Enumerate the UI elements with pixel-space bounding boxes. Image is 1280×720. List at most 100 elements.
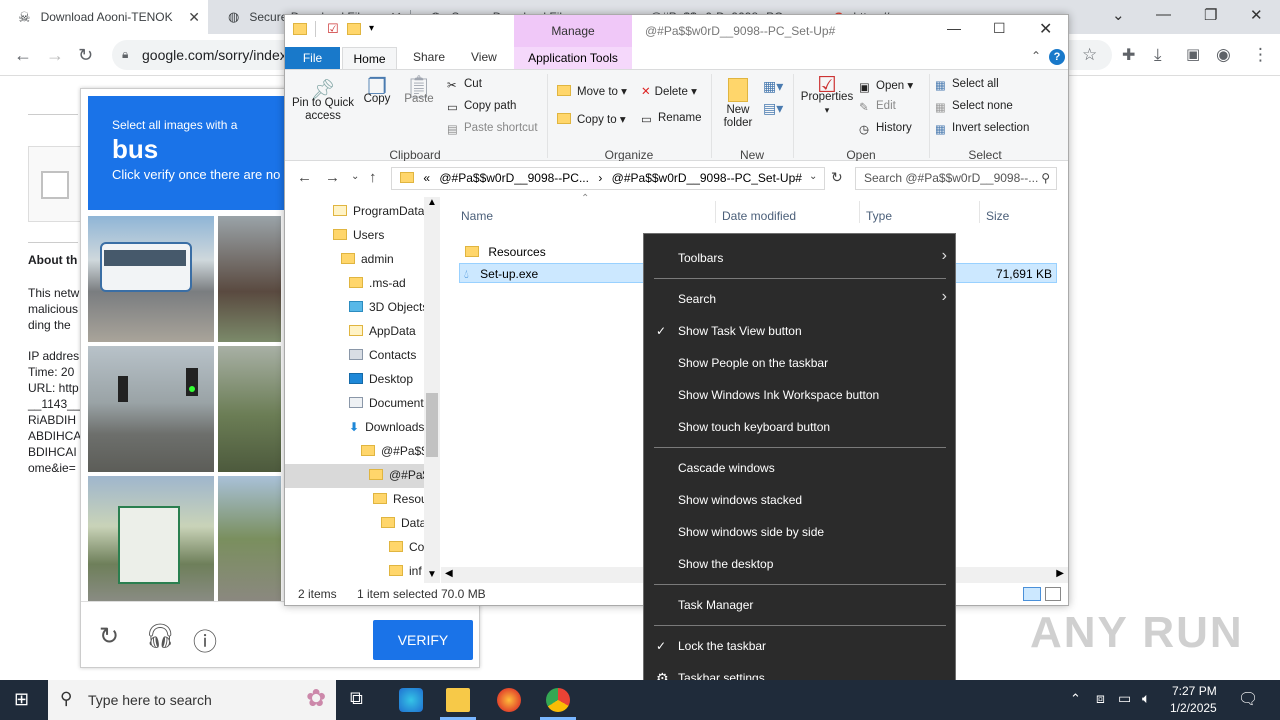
clock-date[interactable]: 1/2/2025 [1170, 701, 1217, 715]
minimize-icon[interactable]: — [1156, 6, 1171, 23]
scroll-right-icon[interactable]: ▶ [1056, 568, 1064, 579]
scroll-thumb[interactable] [426, 393, 438, 457]
invert-selection-button[interactable]: ▦ Invert selection [935, 122, 1029, 136]
move-to-button[interactable]: Move to ▾ [557, 84, 627, 98]
collapse-ribbon-icon[interactable]: ⌃ [1031, 49, 1041, 63]
browser-tab-1[interactable]: ☠ Download Aooni-TENOK ✕ [0, 0, 208, 34]
nav-item[interactable]: Co [389, 536, 424, 558]
select-all-button[interactable]: ▦ Select all [935, 78, 999, 92]
nav-item[interactable]: inf [389, 560, 422, 582]
close-tab-icon[interactable]: ✕ [188, 9, 200, 26]
back-icon[interactable]: ← [297, 169, 312, 186]
captcha-tile-bus-image[interactable] [88, 216, 214, 342]
menu-item-show-touch-keyboard[interactable]: Show touch keyboard button [678, 420, 830, 434]
captcha-tile-house-image[interactable] [218, 216, 281, 342]
manage-tab[interactable]: Manage [514, 15, 632, 47]
scroll-up-icon[interactable]: ▲ [427, 197, 437, 208]
reload-icon[interactable]: ↻ [78, 45, 93, 66]
info-icon[interactable]: ⓘ [193, 622, 217, 657]
copy-path-button[interactable]: ▭ Copy path [447, 100, 516, 114]
details-view-icon[interactable] [1023, 587, 1041, 601]
address-dropdown-icon[interactable]: ⌄ [809, 171, 817, 182]
nav-scrollbar[interactable]: ▲ ▼ [424, 197, 440, 583]
pin-to-quick-access-button[interactable]: 📌︎ Pin to Quick access [289, 80, 357, 123]
scroll-down-icon[interactable]: ▼ [427, 569, 437, 580]
forward-icon[interactable]: → [325, 169, 340, 186]
copy-to-button[interactable]: Copy to ▾ [557, 112, 626, 126]
recent-locations-icon[interactable]: ⌄ [351, 171, 359, 182]
nav-item[interactable]: Users [333, 224, 384, 246]
nav-item[interactable]: Documents [349, 392, 430, 414]
taskbar-search-box[interactable]: ⚲ Type here to search ✿ [48, 680, 336, 720]
large-icons-view-icon[interactable] [1045, 587, 1061, 601]
tab-file[interactable]: File [285, 47, 340, 69]
captcha-tile-trees-image[interactable] [218, 346, 281, 472]
history-button[interactable]: ◷ History [859, 122, 912, 136]
monitor-icon[interactable]: ▭ [1118, 690, 1131, 707]
edit-button[interactable]: ✎ Edit [859, 100, 896, 114]
properties-quick-icon[interactable]: ☑ [327, 21, 339, 37]
close-icon[interactable]: ✕ [1039, 19, 1052, 39]
column-separator[interactable] [715, 201, 716, 223]
menu-item-task-manager[interactable]: Task Manager [678, 598, 753, 612]
column-date-modified[interactable]: Date modified [722, 209, 796, 223]
close-window-icon[interactable]: ✕ [1250, 6, 1263, 24]
nav-item[interactable]: Resou [373, 488, 428, 510]
extensions-icon[interactable]: ✚ [1122, 45, 1135, 65]
menu-item-toolbars[interactable]: Toolbars [678, 251, 723, 265]
task-view-icon[interactable]: ⧉ [350, 688, 363, 709]
menu-item-show-windows-stacked[interactable]: Show windows stacked [678, 493, 802, 507]
search-input[interactable]: Search @#Pa$$w0rD__9098--... ⚲ [855, 167, 1057, 190]
volume-icon[interactable]: 🔈︎ [1142, 690, 1150, 707]
recaptcha-checkbox[interactable] [41, 171, 69, 199]
menu-item-show-people[interactable]: Show People on the taskbar [678, 356, 828, 370]
captcha-tile-road-image[interactable] [218, 476, 281, 602]
refresh-icon[interactable]: ↻ [831, 169, 843, 186]
easy-access-icon[interactable]: ▤▾ [763, 100, 783, 117]
start-windows-icon[interactable]: ⊞ [14, 689, 29, 710]
back-icon[interactable]: ← [14, 45, 32, 66]
forward-icon[interactable]: → [46, 45, 64, 66]
column-separator[interactable] [859, 201, 860, 223]
tab-search-icon[interactable]: ⌄ [1112, 6, 1125, 24]
menu-item-show-windows-side-by-side[interactable]: Show windows side by side [678, 525, 824, 539]
firefox-icon[interactable] [497, 688, 521, 712]
minimize-icon[interactable]: — [947, 20, 961, 36]
maximize-icon[interactable]: ☐ [993, 20, 1006, 37]
menu-icon[interactable]: ⋮ [1252, 45, 1269, 65]
new-item-icon[interactable]: ▦▾ [763, 78, 783, 95]
edge-icon[interactable] [399, 688, 423, 712]
profile-icon[interactable]: ◉ [1216, 45, 1231, 65]
bookmark-star-icon[interactable]: ☆ [1082, 45, 1097, 65]
nav-item[interactable]: ProgramData [333, 200, 424, 222]
menu-item-cascade-windows[interactable]: Cascade windows [678, 461, 775, 475]
nav-item-selected[interactable]: @#Pa$ [285, 464, 429, 488]
nav-item[interactable]: AppData [349, 320, 416, 342]
rename-button[interactable]: ▭ Rename [641, 112, 701, 126]
captcha-tile-traffic-light-image[interactable] [88, 346, 214, 472]
path-segment[interactable]: @#Pa$$w0rD__9098--PC_Set-Up# [612, 171, 802, 185]
nav-item[interactable]: .ms-ad [349, 272, 406, 294]
nav-item[interactable]: 3D Objects [349, 296, 428, 318]
menu-item-show-task-view[interactable]: Show Task View button [678, 324, 802, 338]
reload-icon[interactable]: ↻ [99, 622, 119, 651]
tab-home[interactable]: Home [342, 47, 397, 71]
verify-button[interactable]: VERIFY [373, 620, 473, 660]
menu-item-search[interactable]: Search [678, 292, 716, 306]
help-icon[interactable]: ? [1049, 49, 1065, 65]
tab-view[interactable]: View [471, 50, 497, 64]
column-size[interactable]: Size [986, 209, 1009, 223]
clock-time[interactable]: 7:27 PM [1172, 684, 1217, 698]
column-type[interactable]: Type [866, 209, 892, 223]
paste-shortcut-button[interactable]: ▤ Paste shortcut [447, 122, 538, 136]
column-separator[interactable] [979, 201, 980, 223]
network-icon[interactable]: ⧈ [1096, 690, 1105, 707]
nav-item[interactable]: Desktop [349, 368, 413, 390]
menu-item-show-ink-workspace[interactable]: Show Windows Ink Workspace button [678, 388, 879, 402]
nav-item[interactable]: ⬇ Downloads [349, 416, 424, 438]
properties-button[interactable]: ☑ Properties ▾ [799, 74, 855, 117]
column-name[interactable]: Name [461, 209, 493, 223]
side-panel-icon[interactable]: ▣ [1186, 45, 1200, 63]
cut-button[interactable]: ✂ Cut [447, 78, 482, 92]
notifications-icon[interactable]: 🗨︎ [1238, 689, 1258, 709]
